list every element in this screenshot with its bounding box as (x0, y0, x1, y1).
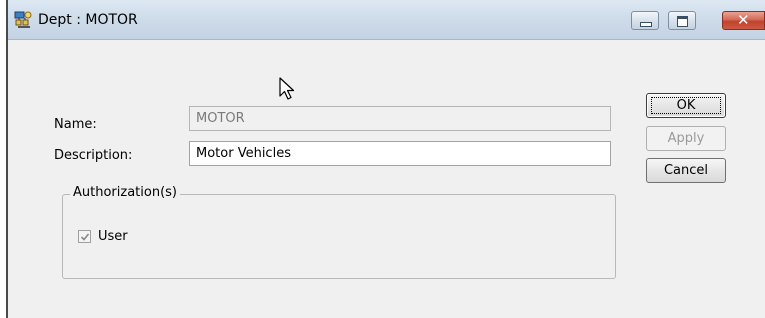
name-field: MOTOR (189, 106, 611, 131)
mouse-pointer-icon (279, 77, 295, 105)
title-bar[interactable]: Dept : MOTOR ✕ (8, 0, 765, 40)
minimize-icon (640, 22, 652, 27)
user-checkbox[interactable] (78, 230, 91, 243)
authorizations-groupbox (62, 194, 616, 279)
window-title: Dept : MOTOR (38, 12, 138, 28)
minimize-button[interactable] (631, 11, 659, 30)
focus-rectangle (651, 97, 721, 114)
description-label: Description: (54, 148, 133, 163)
dept-dialog-window: Dept : MOTOR ✕ Name: MOTOR Description: … (6, 0, 765, 318)
name-label: Name: (54, 117, 97, 132)
authorizations-legend: Authorization(s) (70, 185, 180, 200)
apply-button: Apply (646, 126, 726, 151)
maximize-button[interactable] (668, 11, 696, 30)
dialog-body: Name: MOTOR Description: Motor Vehicles … (8, 40, 765, 318)
close-icon: ✕ (737, 11, 750, 29)
description-field[interactable]: Motor Vehicles (189, 141, 611, 166)
department-icon (14, 11, 32, 29)
user-checkbox-label: User (98, 229, 128, 244)
ok-button[interactable]: OK (646, 93, 726, 118)
checkmark-icon (80, 233, 90, 241)
cancel-button[interactable]: Cancel (646, 158, 726, 183)
close-button[interactable]: ✕ (722, 11, 765, 30)
maximize-icon (677, 16, 688, 27)
